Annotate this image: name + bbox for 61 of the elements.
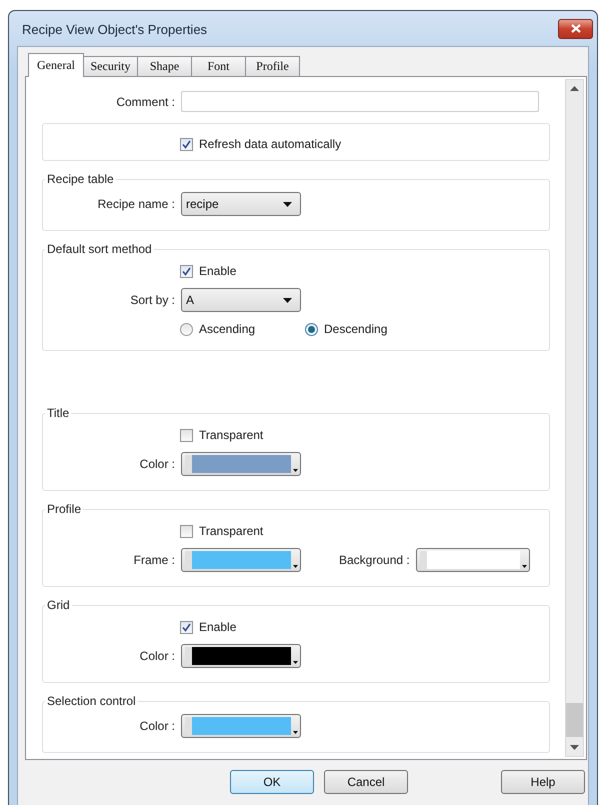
dialog-button[interactable]: OK xyxy=(230,770,314,794)
field-label: Color : xyxy=(138,719,175,733)
caret-icon xyxy=(283,202,292,206)
tab[interactable]: Shape xyxy=(137,56,192,76)
checkbox-label: Transparent xyxy=(199,524,264,538)
radio-button[interactable] xyxy=(180,322,193,336)
caret-icon xyxy=(293,731,298,734)
color-picker[interactable] xyxy=(181,548,301,572)
check-icon xyxy=(182,622,191,632)
group-title: Grid xyxy=(46,598,71,612)
checkbox[interactable] xyxy=(180,620,193,634)
comment-field[interactable] xyxy=(181,91,539,112)
group-title: Selection control xyxy=(46,694,137,708)
caret-icon xyxy=(293,469,298,472)
group-title: Profile xyxy=(46,502,82,516)
field-label: Background : xyxy=(339,553,410,567)
up-arrow-icon xyxy=(570,86,579,91)
caret-icon xyxy=(522,565,527,568)
dropdown[interactable]: recipe xyxy=(181,192,301,216)
color-picker[interactable] xyxy=(181,452,301,476)
tab[interactable]: Security xyxy=(83,56,138,76)
window-title: Recipe View Object's Properties xyxy=(22,22,208,37)
close-button[interactable] xyxy=(558,18,593,38)
checkbox-label: Refresh data automatically xyxy=(199,137,342,151)
radio-button[interactable] xyxy=(305,322,318,336)
caret-icon xyxy=(293,565,298,568)
group-title: Default sort method xyxy=(46,242,153,256)
field-label: Sort by : xyxy=(129,293,175,307)
down-arrow-icon xyxy=(570,745,579,750)
group-title: Title xyxy=(46,406,70,420)
check-icon xyxy=(182,266,191,276)
tab[interactable]: Profile xyxy=(245,56,300,76)
color-picker[interactable] xyxy=(181,714,301,738)
field-label: Frame : xyxy=(132,553,175,567)
check-icon xyxy=(182,140,191,148)
group-title: Recipe table xyxy=(46,172,115,186)
field-label: Comment : xyxy=(115,94,175,108)
dropdown[interactable]: A xyxy=(181,288,301,312)
tab[interactable]: General xyxy=(28,53,84,77)
field-label: Color : xyxy=(138,457,175,471)
field-label: Recipe name : xyxy=(96,197,175,211)
checkbox-label: Enable xyxy=(199,620,236,634)
checkbox-label: Transparent xyxy=(199,428,264,442)
field-label: Color : xyxy=(138,649,175,663)
caret-icon xyxy=(283,298,292,302)
tab[interactable]: Font xyxy=(191,56,246,76)
dialog-button[interactable]: Cancel xyxy=(324,770,408,794)
checkbox[interactable] xyxy=(180,264,193,278)
scrollbar-thumb[interactable] xyxy=(566,703,583,737)
checkbox[interactable] xyxy=(180,138,193,150)
checkbox[interactable] xyxy=(180,524,193,538)
radio-label: Ascending xyxy=(199,322,256,336)
checkbox[interactable] xyxy=(180,428,193,442)
color-picker[interactable] xyxy=(416,548,530,572)
radio-label: Descending xyxy=(324,322,388,336)
dialog-button[interactable]: Help xyxy=(501,770,585,794)
scrollbar[interactable] xyxy=(565,79,584,757)
caret-icon xyxy=(293,661,298,664)
close-icon xyxy=(570,24,580,33)
color-picker[interactable] xyxy=(181,644,301,668)
checkbox-label: Enable xyxy=(199,264,236,278)
